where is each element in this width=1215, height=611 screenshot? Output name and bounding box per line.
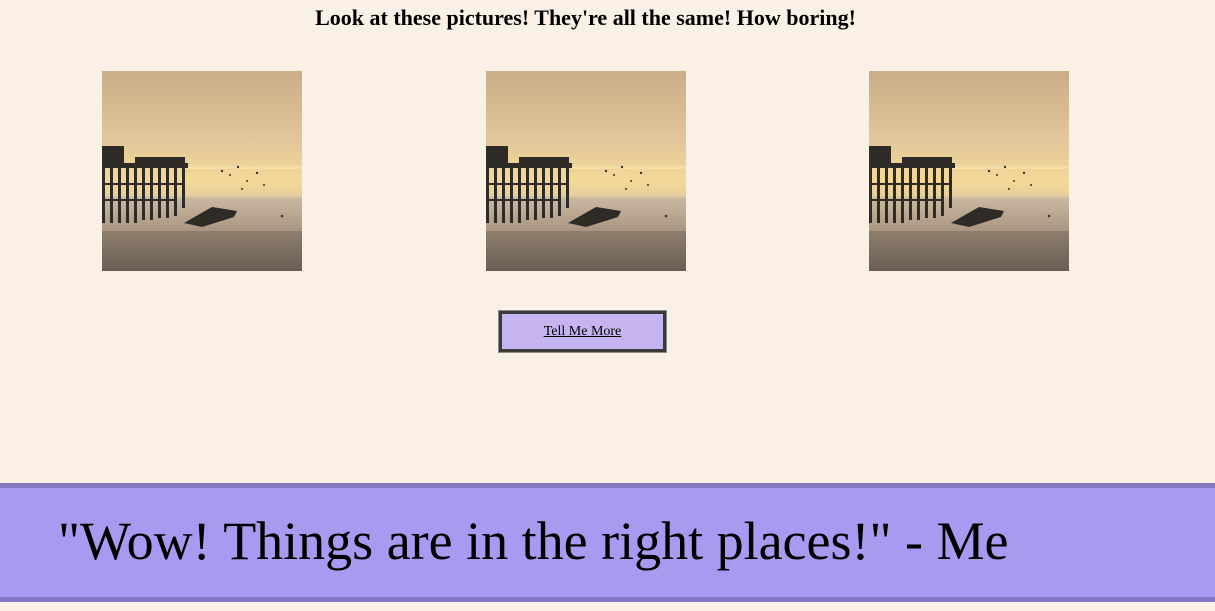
pier-photo-1 [102, 71, 302, 271]
page: Look at these pictures! They're all the … [0, 0, 1215, 611]
footer-quote: "Wow! Things are in the right places!" -… [58, 511, 1009, 571]
pier-photo-3 [869, 71, 1069, 271]
page-heading: Look at these pictures! They're all the … [315, 5, 856, 30]
tell-me-more-button[interactable]: Tell Me More [498, 310, 667, 353]
pier-at-sunset-image [102, 71, 302, 271]
pier-at-sunset-image [869, 71, 1069, 271]
quote-footer: "Wow! Things are in the right places!" -… [0, 483, 1215, 602]
pier-photo-2 [486, 71, 686, 271]
pier-at-sunset-image [486, 71, 686, 271]
